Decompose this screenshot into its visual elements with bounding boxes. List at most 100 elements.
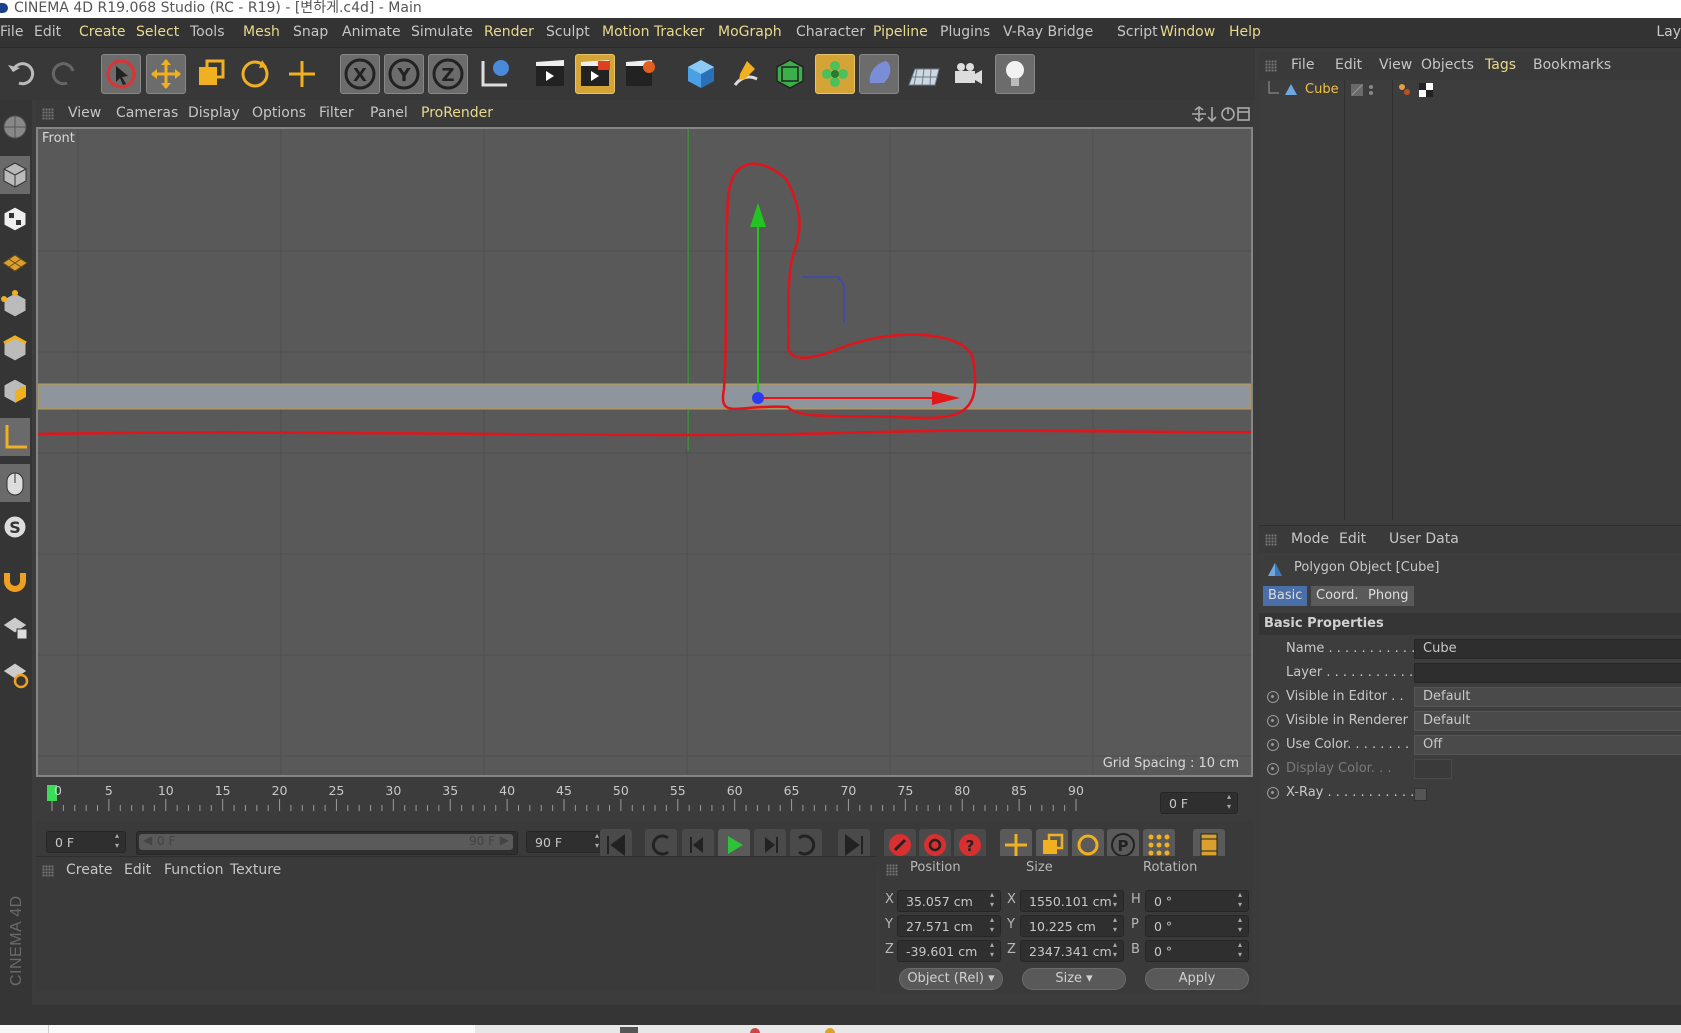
render-settings-button[interactable] <box>620 54 660 94</box>
undo-button[interactable] <box>2 54 42 94</box>
object-manager-menu-tags[interactable]: Tags <box>1485 57 1516 73</box>
texture-mode-button[interactable] <box>0 200 30 238</box>
workplane-button[interactable] <box>0 242 30 280</box>
animation-radio-icon[interactable] <box>1267 739 1279 751</box>
menu-help[interactable]: Help <box>1229 24 1261 40</box>
start-frame-field[interactable]: 0 F <box>46 831 126 853</box>
apply-button[interactable]: Apply <box>1145 968 1249 990</box>
tab-phong[interactable]: Phong <box>1363 586 1414 606</box>
rotate-button[interactable] <box>235 54 275 94</box>
viewport-menu-panel[interactable]: Panel <box>370 105 408 121</box>
timeline-ruler[interactable]: 0 5 10 15 20 25 30 35 40 45 50 55 60 65 70 75 80 85 90 <box>36 781 1253 821</box>
axis-mode-button[interactable] <box>0 418 30 456</box>
material-menu-create[interactable]: Create <box>66 862 113 878</box>
rotation-h-field[interactable]: 0 ° <box>1145 890 1249 912</box>
camera-button[interactable] <box>948 54 988 94</box>
attribute-value[interactable]: Off <box>1414 735 1681 755</box>
menu-simulate[interactable]: Simulate <box>411 24 473 40</box>
object-row-cube[interactable]: Cube <box>1259 80 1681 100</box>
y-axis-button[interactable]: Y <box>384 54 424 94</box>
menu-sculpt[interactable]: Sculpt <box>546 24 590 40</box>
render-picture-viewer-button[interactable] <box>575 54 615 94</box>
attribute-menu-edit[interactable]: Edit <box>1339 531 1366 547</box>
menu-motion-tracker[interactable]: Motion Tracker <box>602 24 704 40</box>
viewport-menu-view[interactable]: View <box>68 105 101 121</box>
live-select-button[interactable] <box>101 54 141 94</box>
object-manager-menu-file[interactable]: File <box>1291 57 1314 73</box>
menu-create[interactable]: Create <box>79 24 126 40</box>
tab-coord[interactable]: Coord. <box>1311 586 1364 606</box>
panel-grip-icon[interactable] <box>1265 534 1277 546</box>
visibility-dots-icon[interactable] <box>1349 83 1383 97</box>
size-z-field[interactable]: 2347.341 cm <box>1020 940 1124 962</box>
move-button[interactable] <box>146 54 186 94</box>
attribute-value[interactable] <box>1414 663 1681 683</box>
material-menu-function[interactable]: Function <box>164 862 224 878</box>
animation-radio-icon[interactable] <box>1267 691 1279 703</box>
rotation-b-field[interactable]: 0 ° <box>1145 940 1249 962</box>
x-axis-button[interactable]: X <box>340 54 380 94</box>
tags-icon[interactable] <box>1397 82 1437 98</box>
rotation-p-field[interactable]: 0 ° <box>1145 915 1249 937</box>
object-manager-menu-edit[interactable]: Edit <box>1335 57 1362 73</box>
viewport-menu-prorender[interactable]: ProRender <box>421 105 493 121</box>
tweak-mode-button[interactable] <box>0 464 30 502</box>
floor-button[interactable] <box>904 54 944 94</box>
menu-character[interactable]: Character <box>796 24 865 40</box>
light-button[interactable] <box>995 54 1035 94</box>
cloner-button[interactable] <box>815 54 855 94</box>
subdivision-button[interactable] <box>770 54 810 94</box>
attribute-value[interactable]: Default <box>1414 687 1681 707</box>
panel-grip-icon[interactable] <box>1265 60 1277 72</box>
deformer-button[interactable] <box>859 54 899 94</box>
position-z-field[interactable]: -39.601 cm <box>897 940 1001 962</box>
size-y-field[interactable]: 10.225 cm <box>1020 915 1124 937</box>
layout-label[interactable]: Lay <box>1656 24 1681 40</box>
object-manager-menu-bookmarks[interactable]: Bookmarks <box>1533 57 1611 73</box>
size-x-field[interactable]: 1550.101 cm <box>1020 890 1124 912</box>
redo-button[interactable] <box>44 54 84 94</box>
sphere-view-button[interactable] <box>0 108 30 146</box>
coordinate-mode-dropdown[interactable]: Object (Rel) ▾ <box>899 968 1003 990</box>
viewport-menu-cameras[interactable]: Cameras <box>116 105 178 121</box>
object-manager-menu-objects[interactable]: Objects <box>1421 57 1474 73</box>
viewport-menu-display[interactable]: Display <box>188 105 240 121</box>
panel-grip-icon[interactable] <box>42 865 54 877</box>
menu-tools[interactable]: Tools <box>190 24 225 40</box>
attribute-value[interactable]: Cube <box>1414 639 1681 659</box>
z-axis-button[interactable]: Z <box>428 54 468 94</box>
attribute-value[interactable]: Default <box>1414 711 1681 731</box>
viewport-menu-options[interactable]: Options <box>252 105 306 121</box>
front-viewport[interactable]: Front Grid Spacing : 10 cm <box>36 127 1253 777</box>
material-manager-area[interactable] <box>36 883 876 991</box>
animation-radio-icon[interactable] <box>1267 763 1279 775</box>
current-frame-field[interactable]: 0 F <box>1160 792 1238 814</box>
position-x-field[interactable]: 35.057 cm <box>897 890 1001 912</box>
object-manager-menu-view[interactable]: View <box>1379 57 1412 73</box>
menu-snap[interactable]: Snap <box>293 24 328 40</box>
menu-render[interactable]: Render <box>484 24 534 40</box>
menu-script[interactable]: Script <box>1117 24 1158 40</box>
planar-workplane-button[interactable] <box>0 654 30 692</box>
edges-mode-button[interactable] <box>0 330 30 368</box>
menu-window[interactable]: Window <box>1160 24 1215 40</box>
xray-checkbox[interactable] <box>1414 788 1427 801</box>
animation-radio-icon[interactable] <box>1267 787 1279 799</box>
solo-mode-button[interactable]: S <box>0 508 30 546</box>
lock-workplane-button[interactable] <box>0 608 30 646</box>
scale-button[interactable] <box>190 54 230 94</box>
menu-animate[interactable]: Animate <box>342 24 401 40</box>
render-view-button[interactable] <box>530 54 570 94</box>
end-frame-field[interactable]: 90 F <box>526 831 606 853</box>
frame-range-handle[interactable]: ◀ 0 F 90 F ▶ <box>139 833 513 850</box>
display-color-swatch[interactable] <box>1414 759 1452 779</box>
menu-mesh[interactable]: Mesh <box>243 24 280 40</box>
object-manager-list[interactable]: Cube <box>1259 80 1681 520</box>
attribute-menu-user-data[interactable]: User Data <box>1389 531 1459 547</box>
menu-select[interactable]: Select <box>136 24 179 40</box>
material-menu-edit[interactable]: Edit <box>124 862 151 878</box>
menu-v-ray-bridge[interactable]: V-Ray Bridge <box>1003 24 1093 40</box>
viewport-menu-filter[interactable]: Filter <box>319 105 354 121</box>
snap-magnet-button[interactable] <box>0 562 30 600</box>
tab-basic[interactable]: Basic <box>1263 586 1308 606</box>
